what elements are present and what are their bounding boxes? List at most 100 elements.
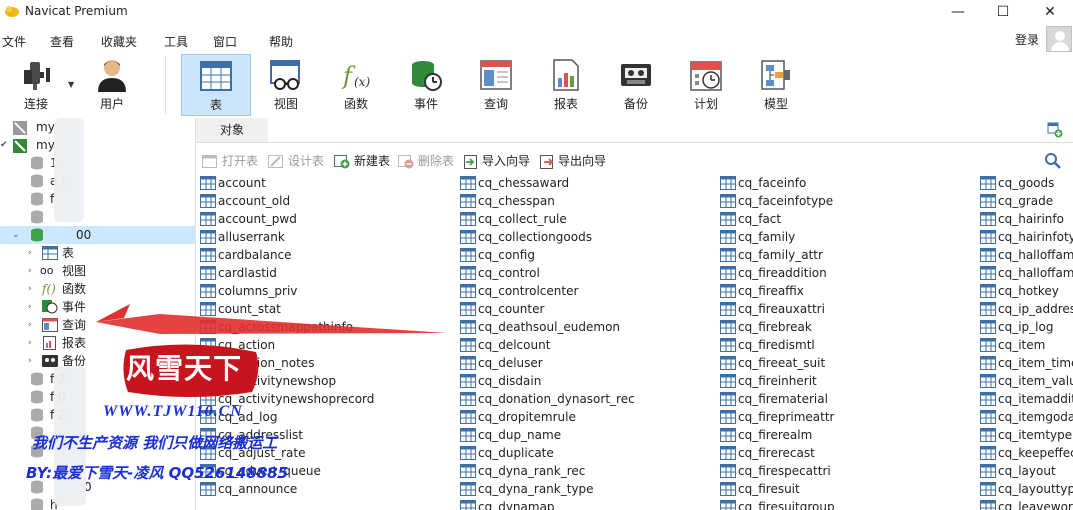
minimize-button[interactable]: — xyxy=(935,0,981,24)
table-item[interactable]: cq_firespecattri xyxy=(718,462,978,480)
table-item[interactable]: cq_fireaffix xyxy=(718,282,978,300)
table-item[interactable]: cq_hotkey xyxy=(978,282,1073,300)
new-table-button[interactable]: 新建表 xyxy=(334,152,390,170)
maximize-button[interactable]: ☐ xyxy=(980,0,1026,24)
view-button[interactable]: 视图 xyxy=(251,54,321,116)
table-item[interactable]: cq_dyna_rank_type xyxy=(458,480,718,498)
tree-connection[interactable]: my xyxy=(0,118,195,136)
table-item[interactable]: cq_fireprimeattr xyxy=(718,408,978,426)
table-item[interactable]: cq_chessaward xyxy=(458,174,718,192)
table-item[interactable]: cq_item_value xyxy=(978,372,1073,390)
table-item[interactable]: cq_firedismtl xyxy=(718,336,978,354)
tree-node-views[interactable]: › oo 视图 xyxy=(0,262,195,280)
table-item[interactable]: cq_leaveword xyxy=(978,498,1073,510)
table-item[interactable]: cq_faceinfo xyxy=(718,174,978,192)
table-item[interactable]: account_pwd xyxy=(198,210,458,228)
table-item[interactable]: cq_fireauxattri xyxy=(718,300,978,318)
table-item[interactable]: cq_dropitemrule xyxy=(458,408,718,426)
table-item[interactable]: account_old xyxy=(198,192,458,210)
user-button[interactable]: 用户 xyxy=(77,54,147,116)
table-item[interactable]: account xyxy=(198,174,458,192)
table-item[interactable]: cq_itemtype xyxy=(978,426,1073,444)
table-item[interactable]: cq_fact xyxy=(718,210,978,228)
tree-node-tables[interactable]: › 表 xyxy=(0,244,195,262)
table-item[interactable]: cq_firematerial xyxy=(718,390,978,408)
menu-tools[interactable]: 工具 xyxy=(164,33,188,50)
table-item[interactable]: cq_firebreak xyxy=(718,318,978,336)
table-item[interactable]: cq_acrossmappathinfo xyxy=(198,318,458,336)
table-item[interactable]: alluserrank xyxy=(198,228,458,246)
delete-table-button[interactable]: 删除表 xyxy=(398,152,454,170)
menu-file[interactable]: 文件 xyxy=(2,33,26,50)
search-icon[interactable] xyxy=(1044,152,1062,170)
table-item[interactable]: cq_firerealm xyxy=(718,426,978,444)
connect-dropdown-icon[interactable]: ▼ xyxy=(68,80,74,89)
menu-window[interactable]: 窗口 xyxy=(213,33,237,50)
menu-help[interactable]: 帮助 xyxy=(269,33,293,50)
function-button[interactable]: f (x) 函数 xyxy=(321,54,391,116)
tree-database[interactable]: f xyxy=(0,190,195,208)
expand-chevron-icon[interactable]: › xyxy=(28,244,32,262)
expand-chevron-icon[interactable]: › xyxy=(28,316,32,334)
tree-database-selected[interactable]: ⌄ 00 xyxy=(0,226,195,244)
tree-node-functions[interactable]: › f() 函数 xyxy=(0,280,195,298)
menu-favorites[interactable]: 收藏夹 xyxy=(101,33,137,50)
expand-chevron-icon[interactable]: ⌄ xyxy=(12,226,20,244)
expand-chevron-icon[interactable]: › xyxy=(28,334,32,352)
tree-database[interactable]: a t xyxy=(0,172,195,190)
table-item[interactable]: cq_config xyxy=(458,246,718,264)
table-item[interactable]: cq_layouttype xyxy=(978,480,1073,498)
tree-database[interactable] xyxy=(0,208,195,226)
table-item[interactable]: cq_chesspan xyxy=(458,192,718,210)
table-item[interactable]: cq_delcount xyxy=(458,336,718,354)
table-item[interactable]: cq_dynamap xyxy=(458,498,718,510)
table-item[interactable]: cq_halloffame xyxy=(978,264,1073,282)
tree-database[interactable]: h xyxy=(0,496,195,510)
tree-node-events[interactable]: › 事件 xyxy=(0,298,195,316)
tree-database[interactable]: 1 xyxy=(0,154,195,172)
expand-chevron-icon[interactable]: ✔ xyxy=(0,136,8,154)
open-table-button[interactable]: 打开表 xyxy=(202,152,258,170)
expand-chevron-icon[interactable]: › xyxy=(28,280,32,298)
table-item[interactable]: cq_dyna_rank_rec xyxy=(458,462,718,480)
user-avatar[interactable] xyxy=(1046,26,1072,52)
new-tab-icon[interactable] xyxy=(1047,122,1063,138)
tree-node-queries[interactable]: › 查询 xyxy=(0,316,195,334)
table-item[interactable]: cq_ip_log xyxy=(978,318,1073,336)
table-item[interactable]: cq_item_timed xyxy=(978,354,1073,372)
tree-connection[interactable]: ✔ my xyxy=(0,136,195,154)
tab-objects[interactable]: 对象 xyxy=(196,118,269,142)
close-button[interactable]: ✕ xyxy=(1027,0,1073,24)
table-item[interactable]: cq_goods xyxy=(978,174,1073,192)
query-button[interactable]: 查询 xyxy=(461,54,531,116)
event-button[interactable]: 事件 xyxy=(391,54,461,116)
table-item[interactable]: cq_disdain xyxy=(458,372,718,390)
menu-view[interactable]: 查看 xyxy=(50,33,74,50)
table-item[interactable]: cq_duplicate xyxy=(458,444,718,462)
table-item[interactable]: count_stat xyxy=(198,300,458,318)
table-item[interactable]: cq_halloffame xyxy=(978,246,1073,264)
model-button[interactable]: 模型 xyxy=(741,54,811,116)
table-item[interactable]: cq_faceinfotype xyxy=(718,192,978,210)
report-button[interactable]: 报表 xyxy=(531,54,601,116)
table-item[interactable]: cardlastid xyxy=(198,264,458,282)
table-item[interactable]: cq_fireeat_suit xyxy=(718,354,978,372)
table-item[interactable]: cq_keepeffect xyxy=(978,444,1073,462)
table-item[interactable]: cq_deathsoul_eudemon xyxy=(458,318,718,336)
table-item[interactable]: cq_donation_dynasort_rec xyxy=(458,390,718,408)
expand-chevron-icon[interactable]: › xyxy=(28,298,32,316)
expand-chevron-icon[interactable]: › xyxy=(28,352,32,370)
table-item[interactable]: cardbalance xyxy=(198,246,458,264)
login-link[interactable]: 登录 xyxy=(1015,31,1039,48)
table-item[interactable]: cq_firesuitgroup xyxy=(718,498,978,510)
table-item[interactable]: columns_priv xyxy=(198,282,458,300)
table-item[interactable]: cq_hairinfotype xyxy=(978,228,1073,246)
table-item[interactable]: cq_family xyxy=(718,228,978,246)
connect-button[interactable]: 连接 xyxy=(1,54,71,116)
table-item[interactable]: cq_dup_name xyxy=(458,426,718,444)
table-item[interactable]: cq_family_attr xyxy=(718,246,978,264)
table-item[interactable]: cq_collectiongoods xyxy=(458,228,718,246)
table-item[interactable]: cq_fireaddition xyxy=(718,264,978,282)
table-item[interactable]: cq_ip_address xyxy=(978,300,1073,318)
table-item[interactable]: cq_itemgodadd xyxy=(978,408,1073,426)
